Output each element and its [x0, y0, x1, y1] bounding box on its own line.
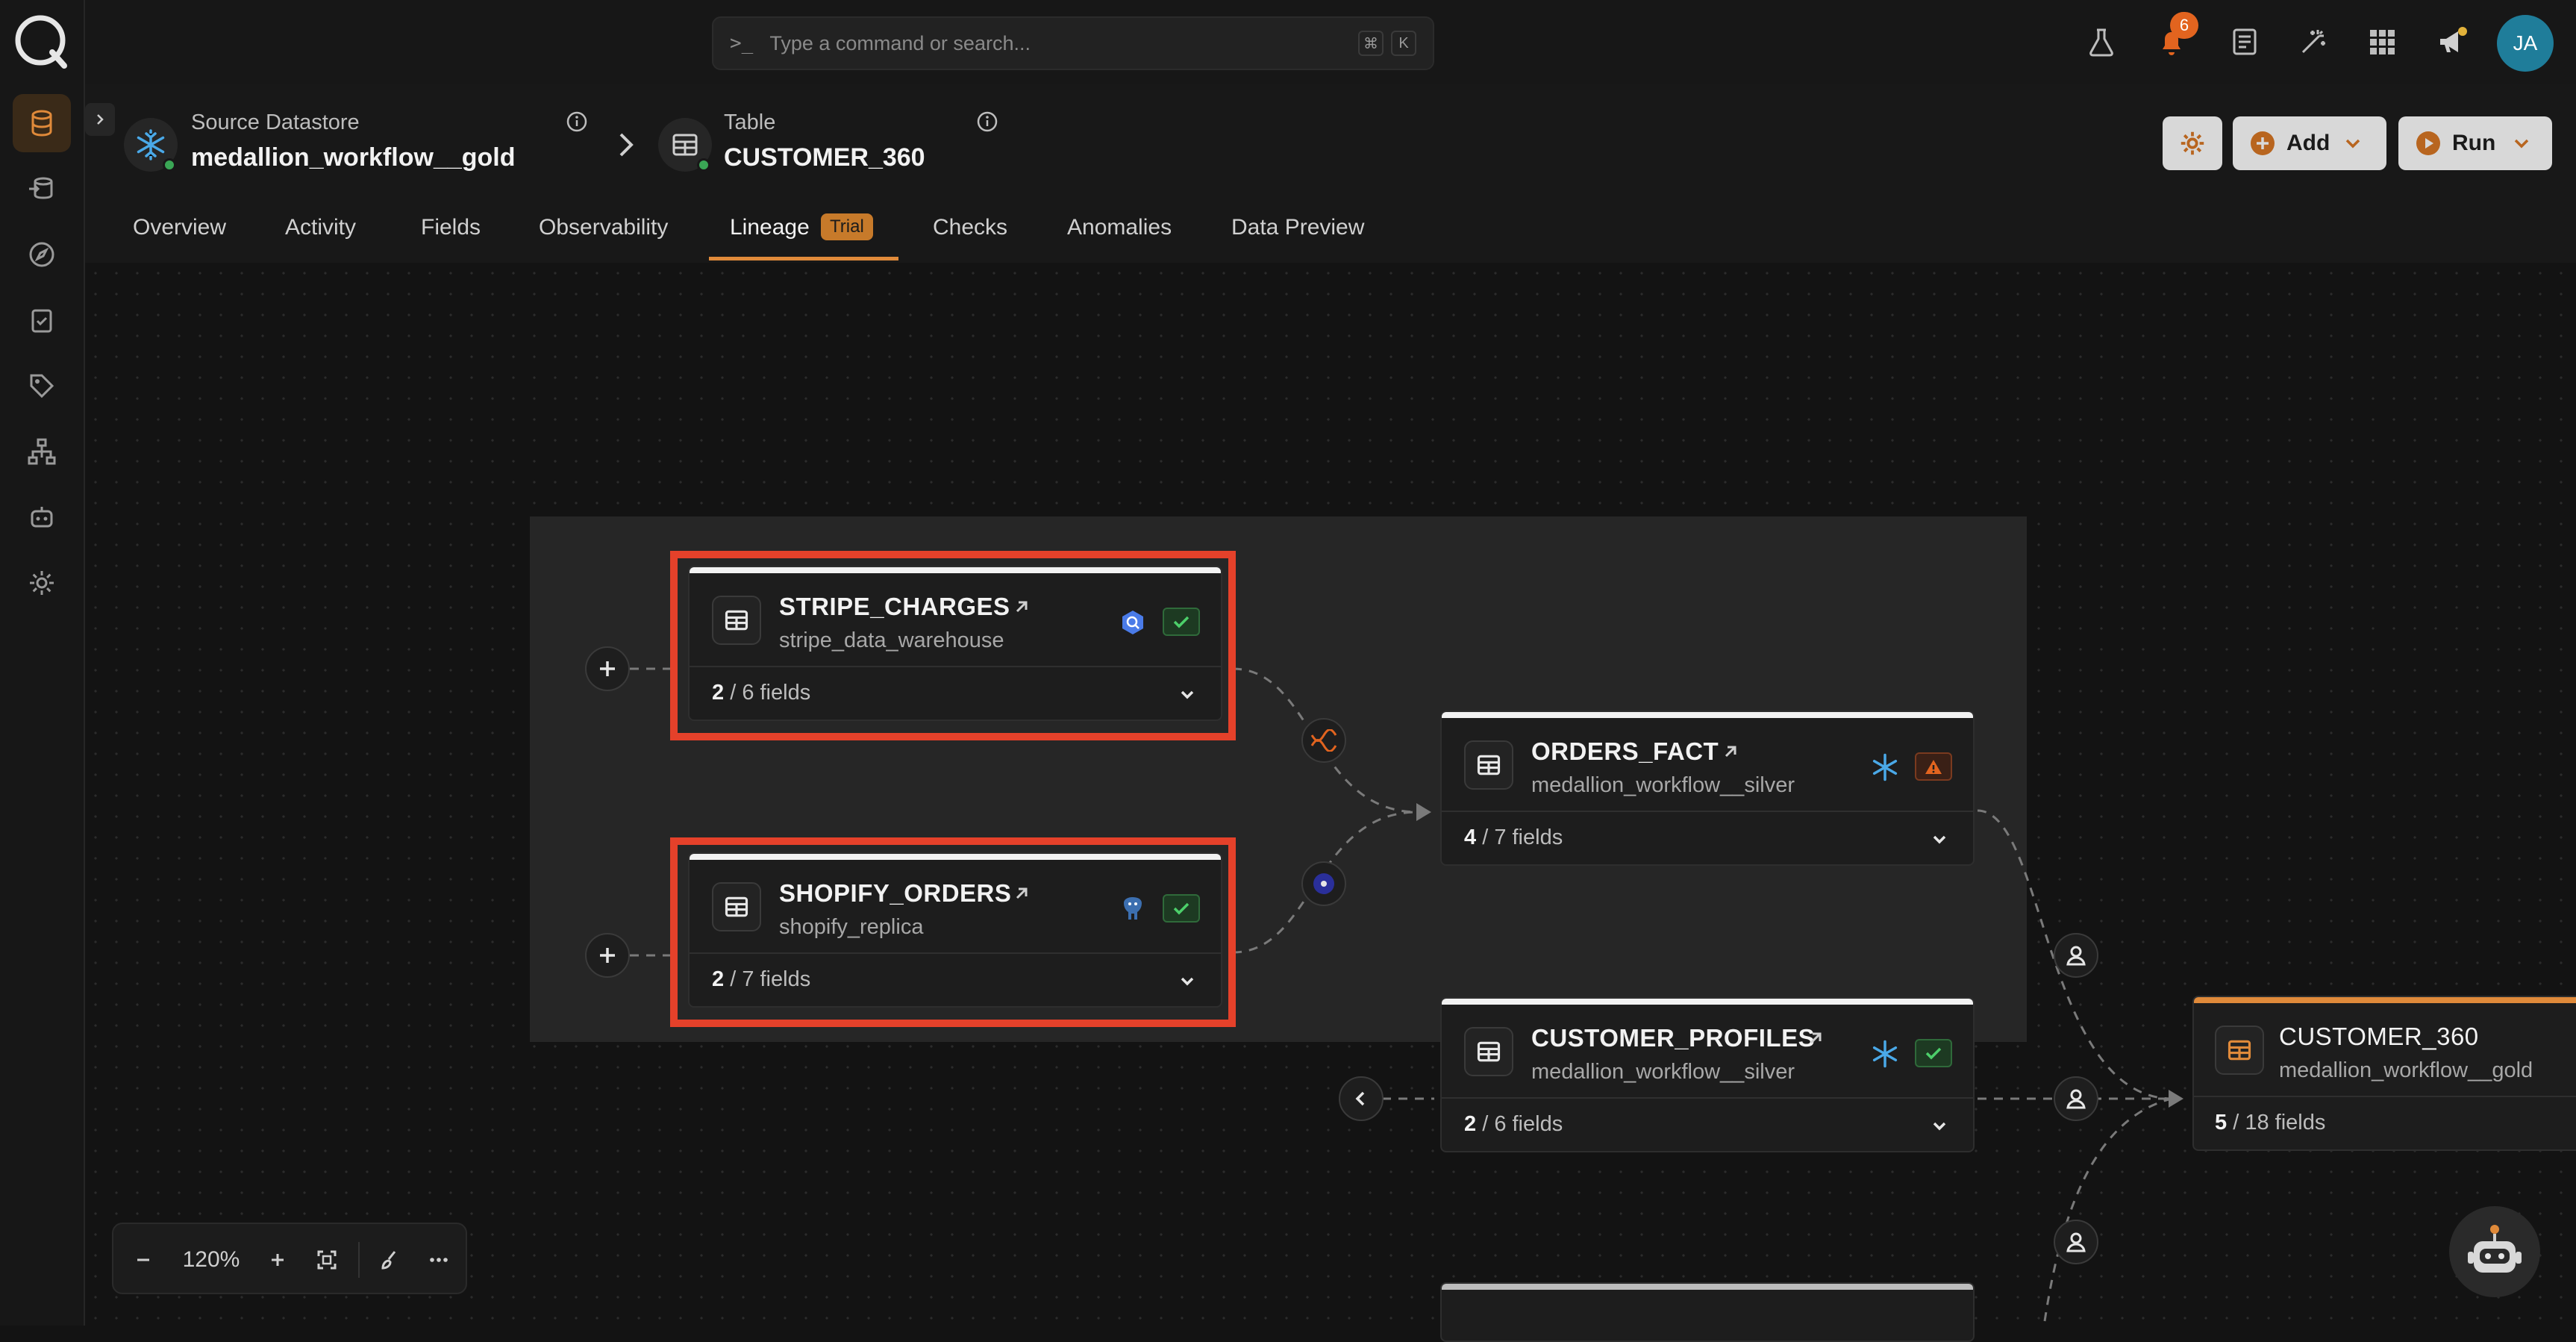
node-datastore: medallion_workflow__silver — [1531, 773, 1795, 797]
canvas-toolbar: 120% — [112, 1223, 467, 1294]
node-title: CUSTOMER_PROFILES — [1531, 1024, 1816, 1052]
open-external-icon[interactable] — [1804, 1027, 1827, 1049]
clear-brush-icon[interactable] — [367, 1224, 412, 1296]
node-fields-count: 2 / 6 fields — [1464, 1112, 1563, 1136]
owner-user-icon[interactable] — [2054, 1220, 2098, 1264]
owner-user-icon[interactable] — [2054, 933, 2098, 978]
expand-upstream-shopify-button[interactable] — [585, 933, 630, 978]
node-customer-360-current[interactable]: CUSTOMER_360 medallion_workflow__gold 5 … — [2192, 996, 2576, 1151]
expand-fields-chevron-icon[interactable] — [1928, 828, 1951, 851]
snowflake-icon — [1872, 753, 1898, 781]
expand-upstream-stripe-button[interactable] — [585, 646, 630, 691]
zoom-level: 120% — [182, 1247, 240, 1272]
node-orders-fact[interactable]: ORDERS_FACT medallion_workflow__silver 4… — [1440, 711, 1975, 866]
node-datastore: medallion_workflow__silver — [1531, 1060, 1795, 1084]
zoom-in-button[interactable] — [255, 1224, 300, 1296]
c360-arrowhead — [2169, 1090, 2183, 1108]
table-icon — [1464, 1027, 1513, 1076]
anomaly-warning-icon — [1915, 752, 1952, 781]
join-edge-icon[interactable] — [1301, 861, 1346, 906]
node-offscreen-lower[interactable] — [1440, 1282, 1975, 1342]
snowflake-icon — [1872, 1040, 1898, 1068]
highlight-box-stripe — [670, 551, 1236, 740]
fit-view-icon[interactable] — [304, 1224, 349, 1296]
node-datastore: medallion_workflow__gold — [2279, 1058, 2533, 1082]
node-customer-profiles[interactable]: CUSTOMER_PROFILES medallion_workflow__si… — [1440, 997, 1975, 1152]
node-fields-count: 4 / 7 fields — [1464, 826, 1563, 849]
node-fields-count: 5 / 18 fields — [2215, 1111, 2326, 1135]
table-icon — [1464, 740, 1513, 790]
lineage-edges — [630, 667, 2183, 1322]
highlight-box-shopify — [670, 837, 1236, 1027]
lower-to-c360-edge — [2043, 1097, 2172, 1322]
orders-arrowhead — [1416, 803, 1431, 821]
table-icon — [2215, 1026, 2264, 1075]
more-options-icon[interactable] — [416, 1224, 461, 1296]
zoom-out-button[interactable] — [121, 1224, 166, 1296]
transform-edge-icon[interactable] — [1301, 718, 1346, 763]
expand-fields-chevron-icon[interactable] — [1928, 1115, 1951, 1137]
node-title: ORDERS_FACT — [1531, 737, 1719, 765]
open-external-icon[interactable] — [1719, 740, 1742, 763]
collapse-upstream-profiles-button[interactable] — [1339, 1076, 1384, 1121]
owner-user-icon[interactable] — [2054, 1076, 2098, 1121]
node-title: CUSTOMER_360 — [2279, 1023, 2479, 1050]
assistant-robot-icon[interactable] — [2449, 1206, 2540, 1297]
quality-check-ok-icon — [1915, 1039, 1952, 1067]
